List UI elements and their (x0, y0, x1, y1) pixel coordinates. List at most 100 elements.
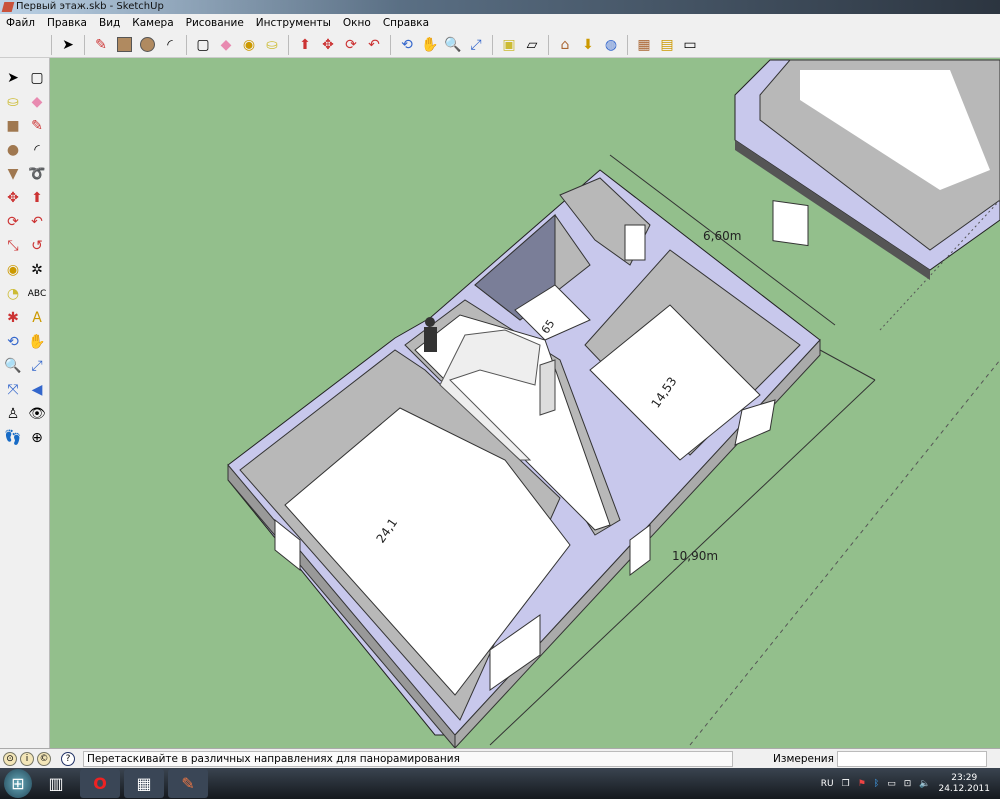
system-tray: RU ❐ ⚑ ᛒ ▭ ⊡ 🔈 23:29 24.12.2011 (821, 773, 1000, 795)
offset-icon[interactable]: ↺ (25, 234, 49, 258)
3d-text-icon[interactable]: A (25, 306, 49, 330)
menu-draw[interactable]: Рисование (180, 14, 250, 32)
menu-bar: Файл Правка Вид Камера Рисование Инструм… (0, 14, 1000, 32)
action-center-icon[interactable]: ⚑ (858, 779, 866, 789)
geo-location-icon[interactable]: ⊙ (3, 751, 17, 766)
section-plane-icon[interactable]: ⊕ (25, 426, 49, 450)
circle-icon[interactable]: ● (1, 138, 25, 162)
push-pull-icon[interactable]: ⬆ (295, 35, 315, 55)
main-toolbar: ➤ ✎ ◜ ▢ ◆ ◉ ⛀ ⬆ ✥ ⟳ ↶ ⟲ ✋ 🔍 ⤢ ▣ ▱ ⌂ ⬇ ◍ … (0, 32, 1000, 58)
menu-view[interactable]: Вид (93, 14, 126, 32)
user-icon[interactable]: © (37, 751, 51, 766)
move-icon[interactable]: ✥ (1, 186, 25, 210)
sketchup-taskbar-icon[interactable]: ✎ (168, 769, 208, 798)
clock-time: 23:29 (951, 772, 978, 783)
dimension-icon[interactable]: ✲ (25, 258, 49, 282)
position-camera-icon[interactable]: ♙ (1, 402, 25, 426)
toolbar-separator (288, 34, 289, 55)
start-button[interactable]: ⊞ (4, 769, 32, 798)
menu-tools[interactable]: Инструменты (250, 14, 337, 32)
scenes-icon[interactable]: ▭ (680, 35, 700, 55)
toolbar-separator (51, 34, 52, 55)
clock[interactable]: 23:29 24.12.2011 (938, 773, 990, 795)
drawing-viewport[interactable]: 6,60m 10,90m 24,1 14,53 65 (50, 58, 1000, 748)
orbit-icon[interactable]: ⟲ (1, 330, 25, 354)
materials-icon[interactable]: ▦ (634, 35, 654, 55)
menu-window[interactable]: Окно (337, 14, 377, 32)
dimension-width[interactable]: 6,60m (703, 229, 741, 243)
components-icon[interactable]: ◍ (601, 35, 621, 55)
scale-icon[interactable]: ⤡ (1, 234, 25, 258)
measurements-label: Измерения (773, 752, 834, 765)
freehand-icon[interactable]: ➰ (25, 162, 49, 186)
rotate-icon[interactable]: ⟳ (1, 210, 25, 234)
dimension-length[interactable]: 10,90m (672, 549, 718, 563)
menu-file[interactable]: Файл (0, 14, 41, 32)
window-title: Первый этаж.skb - SketchUp (16, 1, 164, 12)
opera-taskbar-icon[interactable]: O (80, 769, 120, 798)
zoom-icon[interactable]: 🔍 (443, 35, 463, 55)
eraser-icon[interactable]: ◆ (216, 35, 236, 55)
zoom-icon[interactable]: 🔍 (1, 354, 25, 378)
axes-icon[interactable]: ✱ (1, 306, 25, 330)
windows-icon[interactable]: ❐ (842, 779, 850, 789)
bluetooth-icon[interactable]: ᛒ (874, 779, 879, 789)
window (772, 200, 809, 247)
select-icon[interactable]: ➤ (58, 35, 78, 55)
clock-date: 24.12.2011 (938, 783, 990, 794)
menu-help[interactable]: Справка (377, 14, 435, 32)
tape-measure-icon[interactable]: ◉ (239, 35, 259, 55)
volume-icon[interactable]: 🔈 (919, 779, 930, 789)
text-icon[interactable]: ABC (25, 282, 49, 306)
make-component-icon[interactable]: ▢ (25, 66, 49, 90)
paint-bucket-icon[interactable]: ⛀ (1, 90, 25, 114)
status-hint: Перетаскивайте в различных направлениях … (83, 750, 733, 767)
follow-me-icon[interactable]: ↶ (364, 35, 384, 55)
credits-icon[interactable]: i (20, 751, 34, 766)
pan-icon[interactable]: ✋ (420, 35, 440, 55)
zoom-extents-icon[interactable]: ⤧ (1, 378, 25, 402)
look-around-icon[interactable]: 👁 (25, 402, 49, 426)
follow-me-icon[interactable]: ↶ (25, 210, 49, 234)
previous-view-icon[interactable]: ◀ (25, 378, 49, 402)
push-pull-icon[interactable]: ⬆ (25, 186, 49, 210)
circle-icon[interactable] (137, 35, 157, 55)
tape-measure-icon[interactable]: ◉ (1, 258, 25, 282)
walk-icon[interactable]: 👣 (1, 426, 25, 450)
rectangle-icon[interactable]: ■ (1, 114, 25, 138)
menu-camera[interactable]: Камера (126, 14, 179, 32)
arc-icon[interactable]: ◜ (25, 138, 49, 162)
calculator-taskbar-icon[interactable]: ▦ (124, 769, 164, 798)
measurements-input[interactable] (837, 750, 987, 767)
pan-icon[interactable]: ✋ (25, 330, 49, 354)
display-icon[interactable]: ▭ (887, 779, 896, 789)
toolbar-separator (548, 34, 549, 55)
zoom-window-icon[interactable]: ⤢ (25, 354, 49, 378)
zoom-extents-icon[interactable]: ⤢ (466, 35, 486, 55)
doorway (624, 224, 646, 261)
eraser-icon[interactable]: ◆ (25, 90, 49, 114)
protractor-icon[interactable]: ◔ (1, 282, 25, 306)
arc-icon[interactable]: ◜ (160, 35, 180, 55)
top-view-icon[interactable]: ▱ (522, 35, 542, 55)
file-manager-taskbar-icon[interactable]: ▥ (36, 769, 76, 798)
move-icon[interactable]: ✥ (318, 35, 338, 55)
menu-edit[interactable]: Правка (41, 14, 93, 32)
styles-icon[interactable]: ▤ (657, 35, 677, 55)
warehouse-icon[interactable]: ⌂ (555, 35, 575, 55)
status-bar: ⊙ i © ? Перетаскивайте в различных напра… (0, 748, 1000, 768)
make-component-icon[interactable]: ▢ (193, 35, 213, 55)
language-indicator[interactable]: RU (821, 779, 834, 789)
network-icon[interactable]: ⊡ (904, 779, 912, 789)
select-icon[interactable]: ➤ (1, 66, 25, 90)
section-icon[interactable]: ▣ (499, 35, 519, 55)
pencil-icon[interactable]: ✎ (91, 35, 111, 55)
rotate-icon[interactable]: ⟳ (341, 35, 361, 55)
help-icon[interactable]: ? (61, 751, 75, 766)
rectangle-icon[interactable] (114, 35, 134, 55)
paint-bucket-icon[interactable]: ⛀ (262, 35, 282, 55)
layers-icon[interactable]: ⬇ (578, 35, 598, 55)
polygon-icon[interactable]: ▼ (1, 162, 25, 186)
orbit-icon[interactable]: ⟲ (397, 35, 417, 55)
pencil-icon[interactable]: ✎ (25, 114, 49, 138)
